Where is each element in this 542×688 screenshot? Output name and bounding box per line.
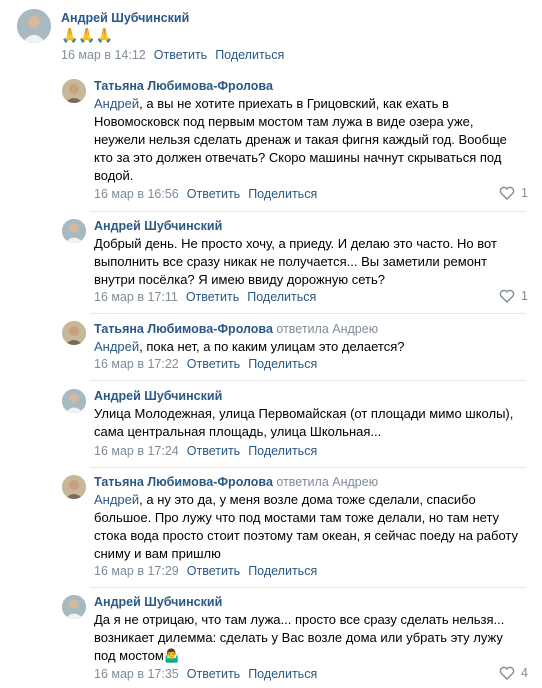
- divider: [90, 380, 526, 381]
- share-button[interactable]: Поделиться: [247, 290, 316, 304]
- replied-to-label[interactable]: ответила Андрею: [276, 322, 378, 336]
- share-button[interactable]: Поделиться: [248, 357, 317, 371]
- share-button[interactable]: Поделиться: [248, 667, 317, 681]
- reply-button[interactable]: Ответить: [187, 667, 240, 681]
- heart-icon: [499, 289, 515, 303]
- like-count: 1: [521, 186, 528, 200]
- reply-text: Улица Молодежная, улица Первомайская (от…: [94, 406, 514, 439]
- heart-icon: [499, 666, 515, 680]
- reply-date[interactable]: 16 мар в 17:11: [94, 290, 178, 304]
- divider: [90, 587, 526, 588]
- author-name[interactable]: Андрей Шубчинский: [94, 595, 222, 609]
- share-button[interactable]: Поделиться: [248, 564, 317, 578]
- reply-date[interactable]: 16 мар в 16:56: [94, 187, 179, 201]
- like-button[interactable]: 1: [499, 289, 528, 303]
- divider: [90, 211, 526, 212]
- mention-link[interactable]: Андрей: [94, 96, 139, 111]
- reply-button[interactable]: Ответить: [187, 357, 240, 371]
- divider: [90, 313, 526, 314]
- reply-button[interactable]: Ответить: [187, 444, 240, 458]
- mention-link[interactable]: Андрей: [94, 339, 139, 354]
- reply-meta: 16 мар в 17:35 Ответить Поделиться: [94, 667, 317, 681]
- reply-date[interactable]: 16 мар в 17:35: [94, 667, 179, 681]
- reply-meta: 16 мар в 17:11 Ответить Поделиться: [94, 290, 316, 304]
- reply-meta: 16 мар в 17:24 Ответить Поделиться: [94, 444, 317, 458]
- like-count: 4: [521, 666, 528, 680]
- post-text: 🙏🙏🙏: [61, 27, 114, 43]
- reply-meta: 16 мар в 16:56 Ответить Поделиться: [94, 187, 317, 201]
- divider: [90, 467, 526, 468]
- reply-text: Андрей, пока нет, а по каким улицам это …: [94, 339, 405, 354]
- like-button[interactable]: 4: [499, 666, 528, 680]
- reply-button[interactable]: Ответить: [187, 564, 240, 578]
- reply-text: Да я не отрицаю, что там лужа... просто …: [94, 612, 505, 663]
- reply-meta: 16 мар в 17:29 Ответить Поделиться: [94, 564, 317, 578]
- reply-date[interactable]: 16 мар в 17:22: [94, 357, 179, 371]
- reply-date[interactable]: 16 мар в 17:24: [94, 444, 179, 458]
- author-name[interactable]: Андрей Шубчинский: [61, 11, 189, 25]
- author-name[interactable]: Андрей Шубчинский: [94, 219, 222, 233]
- author-name[interactable]: Татьяна Любимова-Фролова ответила Андрею: [94, 475, 378, 489]
- like-button[interactable]: 1: [499, 186, 528, 200]
- heart-icon: [499, 186, 515, 200]
- reply-meta: 16 мар в 17:22 Ответить Поделиться: [94, 357, 317, 371]
- share-button[interactable]: Поделиться: [248, 187, 317, 201]
- avatar[interactable]: [62, 475, 86, 499]
- avatar[interactable]: [62, 321, 86, 345]
- avatar[interactable]: [62, 389, 86, 413]
- share-button[interactable]: Поделиться: [215, 48, 284, 62]
- avatar[interactable]: [62, 219, 86, 243]
- avatar[interactable]: [62, 595, 86, 619]
- reply-button[interactable]: Ответить: [186, 290, 239, 304]
- reply-text: Андрей, а ну это да, у меня возле дома т…: [94, 492, 519, 561]
- reply-button[interactable]: Ответить: [154, 48, 207, 62]
- post-meta: 16 мар в 14:12 Ответить Поделиться: [61, 48, 284, 62]
- avatar[interactable]: [62, 79, 86, 103]
- reply-date[interactable]: 16 мар в 17:29: [94, 564, 179, 578]
- mention-link[interactable]: Андрей: [94, 492, 139, 507]
- reply-button[interactable]: Ответить: [187, 187, 240, 201]
- post-date[interactable]: 16 мар в 14:12: [61, 48, 146, 62]
- like-count: 1: [521, 289, 528, 303]
- replied-to-label[interactable]: ответила Андрею: [276, 475, 378, 489]
- avatar[interactable]: [17, 9, 51, 43]
- reply-text: Добрый день. Не просто хочу, а приеду. И…: [94, 236, 497, 287]
- reply-text: Андрей, а вы не хотите приехать в Грицов…: [94, 96, 507, 183]
- share-button[interactable]: Поделиться: [248, 444, 317, 458]
- author-name[interactable]: Андрей Шубчинский: [94, 389, 222, 403]
- author-name[interactable]: Татьяна Любимова-Фролова: [94, 79, 273, 93]
- author-name[interactable]: Татьяна Любимова-Фролова ответила Андрею: [94, 322, 378, 336]
